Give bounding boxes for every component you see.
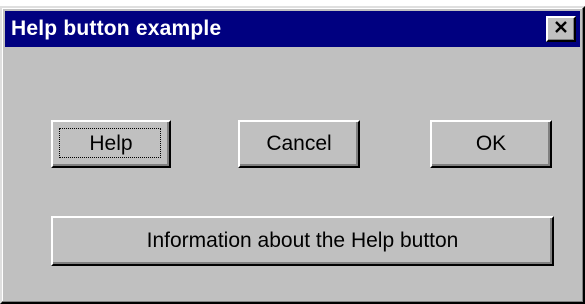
ok-button[interactable]: OK — [430, 120, 552, 168]
cancel-button[interactable]: Cancel — [238, 120, 360, 168]
dialog-window: Help button example Help Cancel OK Infor… — [0, 6, 585, 304]
title-bar[interactable]: Help button example — [5, 11, 580, 47]
cancel-button-label: Cancel — [266, 132, 332, 155]
help-button[interactable]: Help — [51, 120, 171, 168]
help-button-label: Help — [89, 132, 133, 155]
info-help-button-label: Information about the Help button — [146, 229, 459, 252]
close-icon — [554, 20, 568, 38]
info-help-button[interactable]: Information about the Help button — [51, 216, 554, 266]
ok-button-label: OK — [475, 132, 507, 155]
close-button[interactable] — [546, 16, 576, 42]
window-title: Help button example — [11, 17, 222, 40]
